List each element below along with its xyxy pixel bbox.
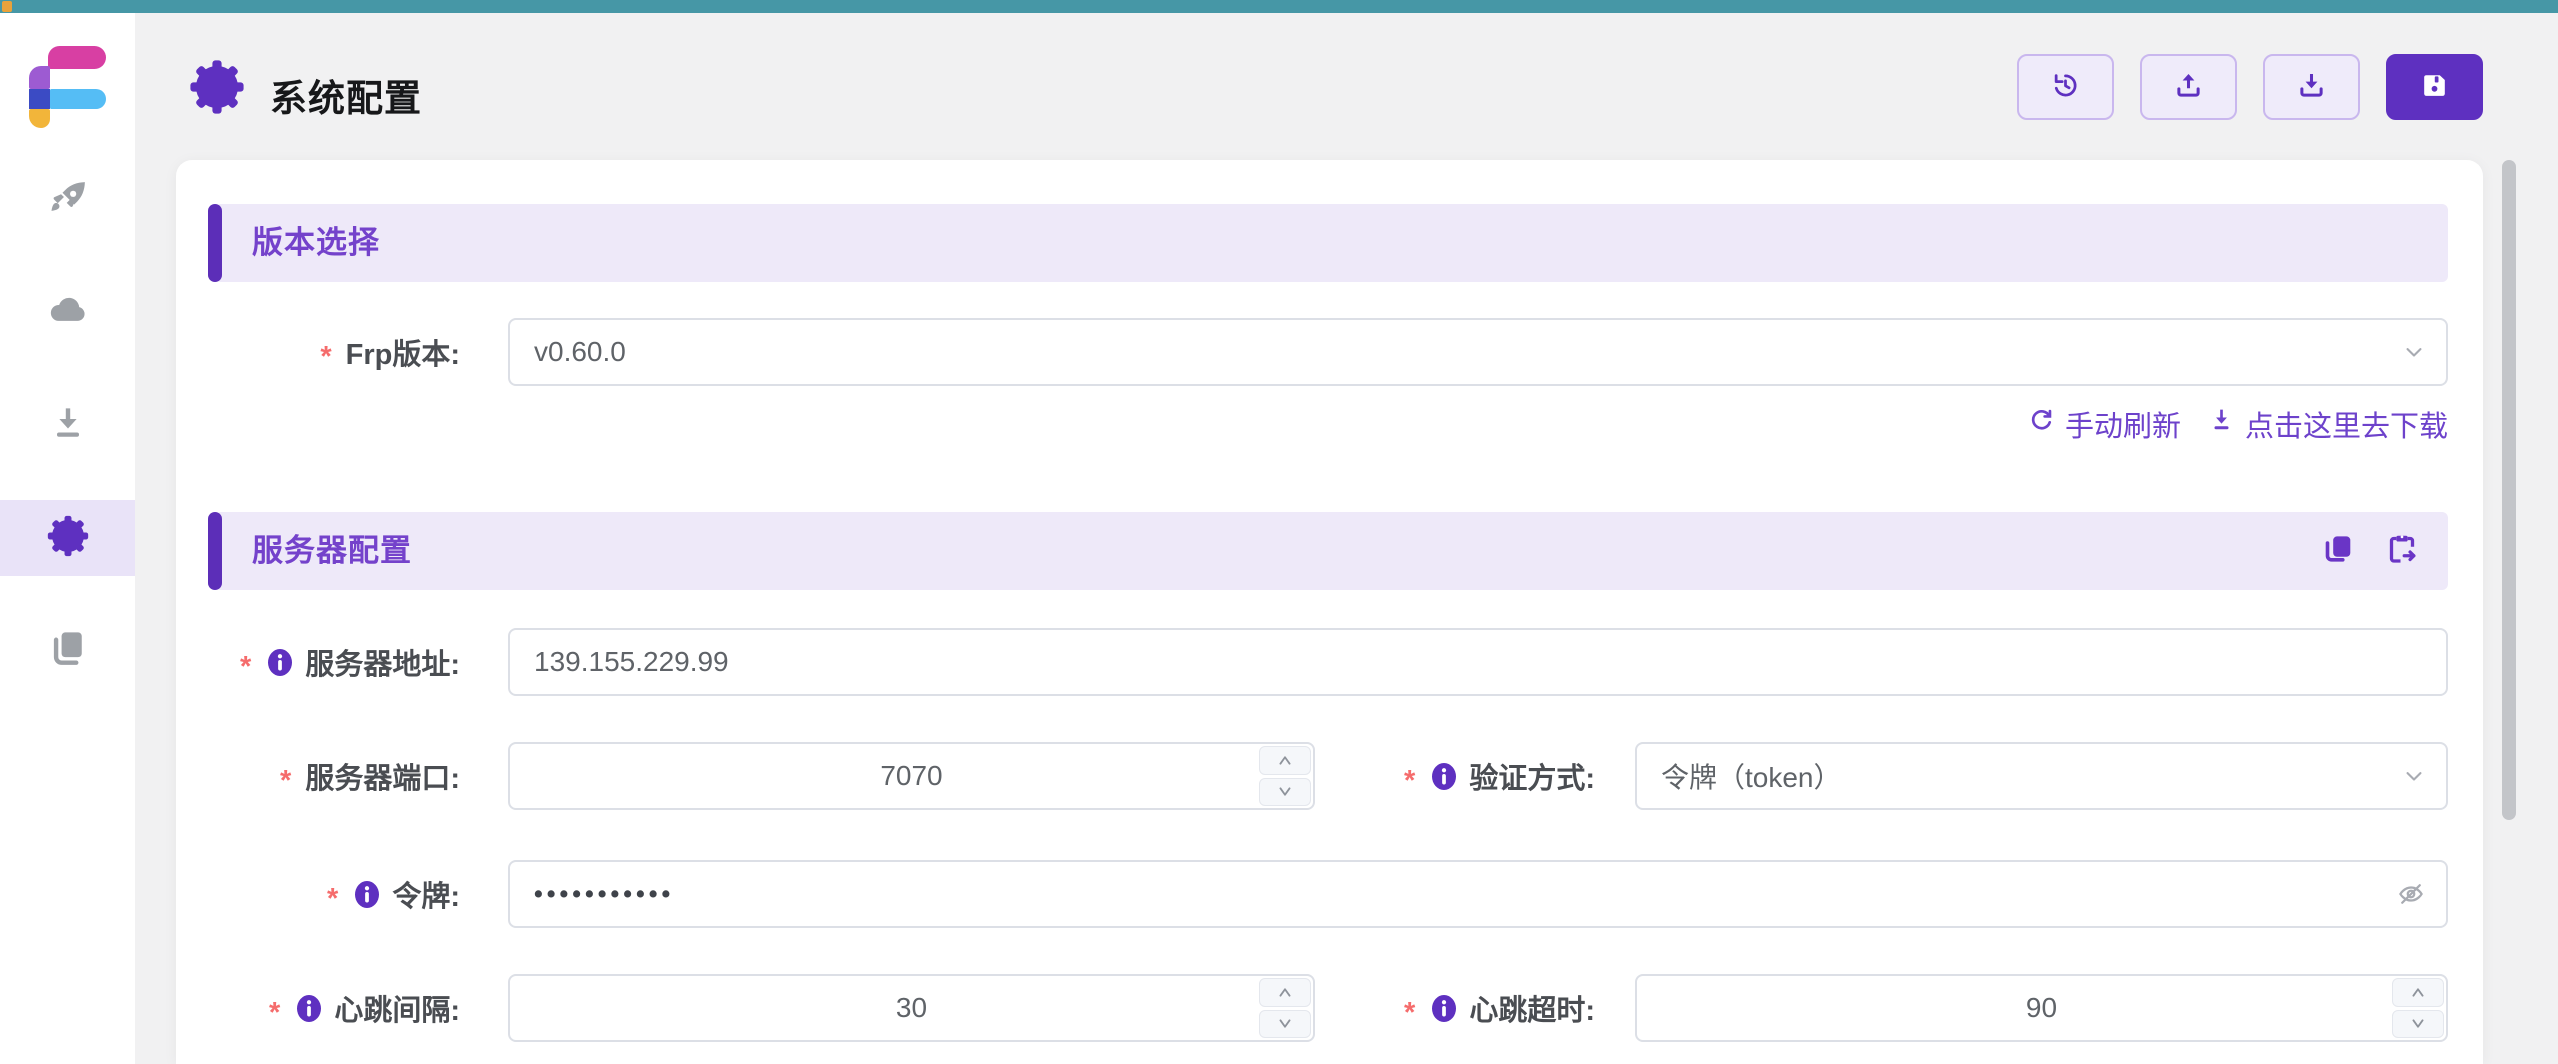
refresh-icon — [2027, 406, 2056, 443]
import-button[interactable] — [2140, 54, 2237, 120]
token-row: 令牌: ••••••••••• — [208, 860, 2448, 928]
section-title: 版本选择 — [252, 204, 2448, 282]
app-logo — [29, 46, 106, 128]
section-accent-bar — [208, 512, 222, 590]
required-asterisk — [320, 336, 335, 369]
required-asterisk — [1404, 760, 1419, 793]
server-port-label: 服务器端口: — [208, 755, 508, 797]
save-button[interactable] — [2386, 54, 2483, 120]
heartbeat-row: 心跳间隔: 心跳超时: — [208, 974, 2448, 1042]
heartbeat-timeout-label: 心跳超时: — [1315, 987, 1635, 1029]
header-toolbar — [2017, 54, 2483, 120]
auth-method-select[interactable]: 令牌（token） — [1635, 742, 2448, 810]
page-gear-icon — [188, 58, 246, 116]
info-icon[interactable] — [1429, 760, 1459, 793]
required-asterisk — [280, 760, 295, 793]
required-asterisk — [327, 878, 342, 911]
section-server: 服务器配置 — [208, 512, 2448, 590]
frp-version-row: Frp版本: v0.60.0 — [208, 318, 2448, 386]
logo-block-purple — [29, 66, 50, 89]
upload-icon — [2172, 69, 2205, 105]
sidebar-item-cloud[interactable] — [0, 273, 135, 349]
settings-card: 版本选择 Frp版本: v0.60.0 — [176, 160, 2483, 1064]
logo-block-yellow — [29, 109, 50, 128]
required-asterisk — [240, 646, 255, 679]
top-bar — [0, 0, 2558, 13]
documents-icon — [46, 626, 90, 675]
sidebar — [0, 13, 135, 1064]
heartbeat-interval-input[interactable] — [508, 974, 1315, 1042]
info-icon[interactable] — [352, 878, 382, 911]
token-label: 令牌: — [208, 873, 508, 915]
server-address-field: 服务器地址: — [208, 628, 2448, 696]
server-port-stepper — [1259, 746, 1311, 806]
server-address-row: 服务器地址: — [208, 628, 2448, 696]
download-tray-icon — [2295, 69, 2328, 105]
step-up-button[interactable] — [1259, 746, 1311, 775]
settings-gear-icon — [46, 514, 90, 563]
logo-block-indigo — [29, 89, 50, 109]
chevron-down-icon — [2400, 338, 2428, 366]
sidebar-item-settings[interactable] — [0, 500, 135, 576]
port-auth-row: 服务器端口: 验证方式: — [208, 742, 2448, 810]
manual-refresh-link[interactable]: 手动刷新 — [2027, 403, 2181, 445]
sidebar-item-logs[interactable] — [0, 612, 135, 688]
sidebar-item-launch[interactable] — [0, 163, 135, 239]
token-field: 令牌: ••••••••••• — [208, 860, 2448, 928]
required-asterisk — [1404, 992, 1419, 1025]
save-icon — [2418, 69, 2451, 105]
download-icon — [46, 401, 90, 450]
rocket-icon — [46, 177, 90, 226]
version-links: 手动刷新 点击这里去下载 — [208, 402, 2448, 446]
info-icon[interactable] — [294, 992, 324, 1025]
section-title: 服务器配置 — [252, 512, 2448, 590]
frp-version-label: Frp版本: — [208, 331, 508, 373]
step-up-button[interactable] — [2392, 978, 2444, 1007]
logo-block-pink — [48, 46, 106, 69]
token-password-input[interactable]: ••••••••••• — [508, 860, 2448, 928]
heartbeat-interval-label: 心跳间隔: — [208, 987, 508, 1029]
heartbeat-timeout-field: 心跳超时: — [1315, 974, 2448, 1042]
frp-version-value: v0.60.0 — [534, 336, 626, 368]
step-up-button[interactable] — [1259, 978, 1311, 1007]
info-icon[interactable] — [1429, 992, 1459, 1025]
server-port-field: 服务器端口: — [208, 742, 1315, 810]
frp-version-select[interactable]: v0.60.0 — [508, 318, 2448, 386]
auth-method-field: 验证方式: 令牌（token） — [1315, 742, 2448, 810]
step-down-button[interactable] — [2392, 1010, 2444, 1039]
auth-method-value: 令牌（token） — [1661, 756, 1842, 796]
download-arrow-icon — [2207, 406, 2236, 443]
export-button[interactable] — [2263, 54, 2360, 120]
history-button[interactable] — [2017, 54, 2114, 120]
logo-block-blue — [50, 89, 106, 109]
chevron-down-icon — [2400, 762, 2428, 790]
eye-slash-icon[interactable] — [2396, 879, 2426, 909]
copy-icon[interactable] — [2320, 531, 2356, 572]
server-address-input[interactable] — [508, 628, 2448, 696]
section-version: 版本选择 — [208, 204, 2448, 282]
auth-method-label: 验证方式: — [1315, 755, 1635, 797]
required-asterisk — [269, 992, 284, 1025]
server-port-input[interactable] — [508, 742, 1315, 810]
vertical-scrollbar[interactable] — [2502, 160, 2516, 820]
cloud-icon — [46, 287, 90, 336]
download-here-link[interactable]: 点击这里去下载 — [2207, 403, 2448, 445]
step-down-button[interactable] — [1259, 778, 1311, 807]
step-down-button[interactable] — [1259, 1010, 1311, 1039]
page-title: 系统配置 — [270, 68, 422, 122]
heartbeat-timeout-stepper — [2392, 978, 2444, 1038]
paste-export-icon[interactable] — [2384, 531, 2420, 572]
info-icon[interactable] — [265, 646, 295, 679]
sidebar-item-download[interactable] — [0, 387, 135, 463]
server-address-label: 服务器地址: — [208, 641, 508, 683]
heartbeat-interval-stepper — [1259, 978, 1311, 1038]
frp-version-field: Frp版本: v0.60.0 — [208, 318, 2448, 386]
heartbeat-interval-field: 心跳间隔: — [208, 974, 1315, 1042]
heartbeat-timeout-input[interactable] — [1635, 974, 2448, 1042]
token-masked-value: ••••••••••• — [534, 880, 674, 909]
corner-marker — [2, 1, 12, 12]
history-icon — [2049, 69, 2082, 105]
section-actions — [2320, 512, 2420, 590]
section-accent-bar — [208, 204, 222, 282]
